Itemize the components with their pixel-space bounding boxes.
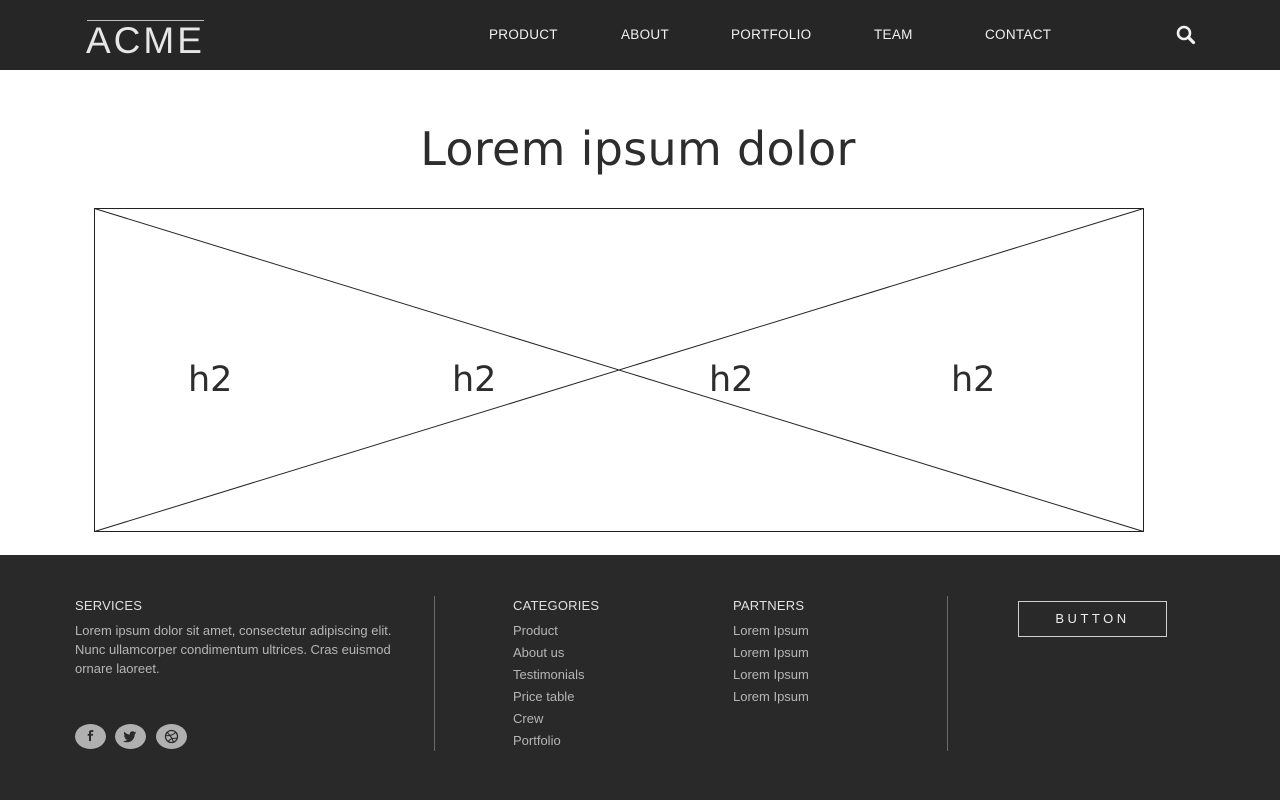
placeholder-heading-2: h2 (452, 360, 497, 400)
category-link-product[interactable]: Product (513, 623, 558, 638)
partner-link-2[interactable]: Lorem Ipsum (733, 645, 809, 660)
category-link-portfolio[interactable]: Portfolio (513, 733, 561, 748)
nav-item-product[interactable]: PRODUCT (489, 27, 558, 42)
category-link-testimonials[interactable]: Testimonials (513, 667, 585, 682)
category-link-crew[interactable]: Crew (513, 711, 543, 726)
top-navbar: ACME PRODUCT ABOUT PORTFOLIO TEAM CONTAC… (0, 0, 1280, 70)
services-text: Lorem ipsum dolor sit amet, consectetur … (75, 623, 392, 676)
footer-divider-left (434, 596, 435, 751)
logo-text: ACME (86, 20, 205, 61)
placeholder-heading-1: h2 (188, 360, 233, 400)
placeholder-heading-3: h2 (709, 360, 754, 400)
nav-item-contact[interactable]: CONTACT (985, 27, 1051, 42)
footer-cta-button[interactable]: BUTTON (1018, 601, 1167, 637)
footer: SERVICES Lorem ipsum dolor sit amet, con… (0, 555, 1280, 800)
partner-link-3[interactable]: Lorem Ipsum (733, 667, 809, 682)
nav-item-team[interactable]: TEAM (874, 27, 913, 42)
partners-heading: PARTNERS (733, 598, 805, 613)
footer-divider-right (947, 596, 948, 751)
facebook-icon[interactable] (75, 724, 106, 749)
partner-link-1[interactable]: Lorem Ipsum (733, 623, 809, 638)
nav-item-portfolio[interactable]: PORTFOLIO (731, 27, 811, 42)
dribbble-icon[interactable] (156, 724, 187, 749)
twitter-icon[interactable] (115, 724, 146, 749)
search-icon[interactable] (1175, 24, 1197, 46)
placeholder-heading-4: h2 (951, 360, 996, 400)
acme-logo[interactable]: ACME (86, 20, 205, 61)
category-link-about-us[interactable]: About us (513, 645, 564, 660)
image-placeholder: h2 h2 h2 h2 (94, 208, 1144, 532)
nav-item-about[interactable]: ABOUT (621, 27, 669, 42)
partner-link-4[interactable]: Lorem Ipsum (733, 689, 809, 704)
page-title: Lorem ipsum dolor (420, 122, 856, 176)
services-heading: SERVICES (75, 598, 143, 613)
category-link-price-table[interactable]: Price table (513, 689, 574, 704)
categories-heading: CATEGORIES (513, 598, 600, 613)
